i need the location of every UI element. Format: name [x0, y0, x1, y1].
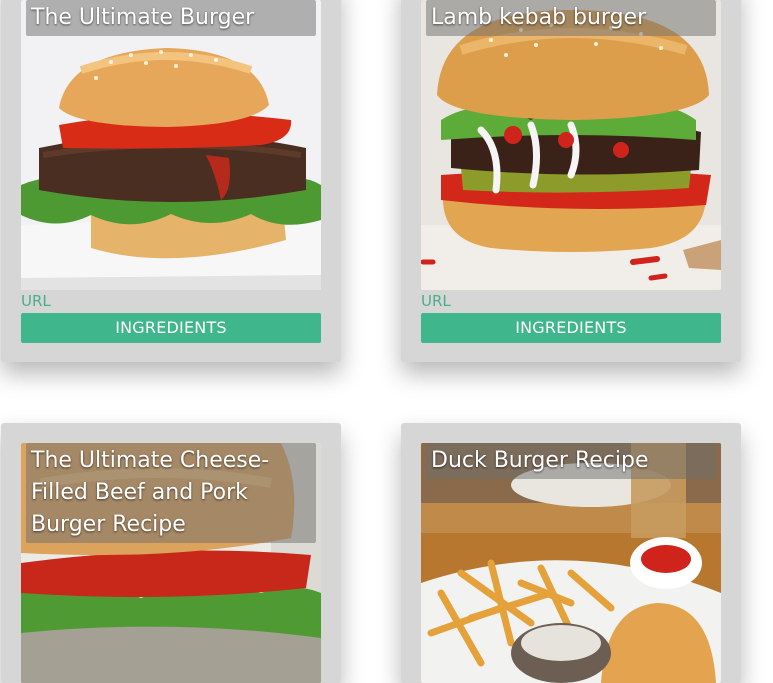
recipe-title: Duck Burger Recipe: [426, 443, 716, 479]
recipe-card-lamb-kebab-burger: Lamb kebab burger URL INGREDIENTS: [401, 0, 741, 362]
recipe-image[interactable]: The Ultimate Burger: [21, 0, 321, 290]
recipe-card-ultimate-burger: The Ultimate Burger URL INGREDIENTS: [1, 0, 341, 362]
url-link[interactable]: URL: [21, 292, 51, 310]
recipe-card-cheese-filled-burger: The Ultimate Cheese-Filled Beef and Pork…: [1, 423, 341, 683]
burger-photo: [421, 443, 721, 683]
recipe-image[interactable]: The Ultimate Cheese-Filled Beef and Pork…: [21, 443, 321, 683]
recipe-title: The Ultimate Burger: [26, 0, 316, 36]
recipe-image[interactable]: Duck Burger Recipe: [421, 443, 721, 683]
burger-photo: [21, 0, 321, 290]
recipe-title: Lamb kebab burger: [426, 0, 716, 36]
ingredients-button[interactable]: INGREDIENTS: [21, 313, 321, 343]
recipe-card-duck-burger: Duck Burger Recipe: [401, 423, 741, 683]
url-link[interactable]: URL: [421, 292, 451, 310]
burger-photo: [421, 0, 721, 290]
recipe-title: The Ultimate Cheese-Filled Beef and Pork…: [26, 443, 316, 543]
ingredients-button[interactable]: INGREDIENTS: [421, 313, 721, 343]
recipe-image[interactable]: Lamb kebab burger: [421, 0, 721, 290]
